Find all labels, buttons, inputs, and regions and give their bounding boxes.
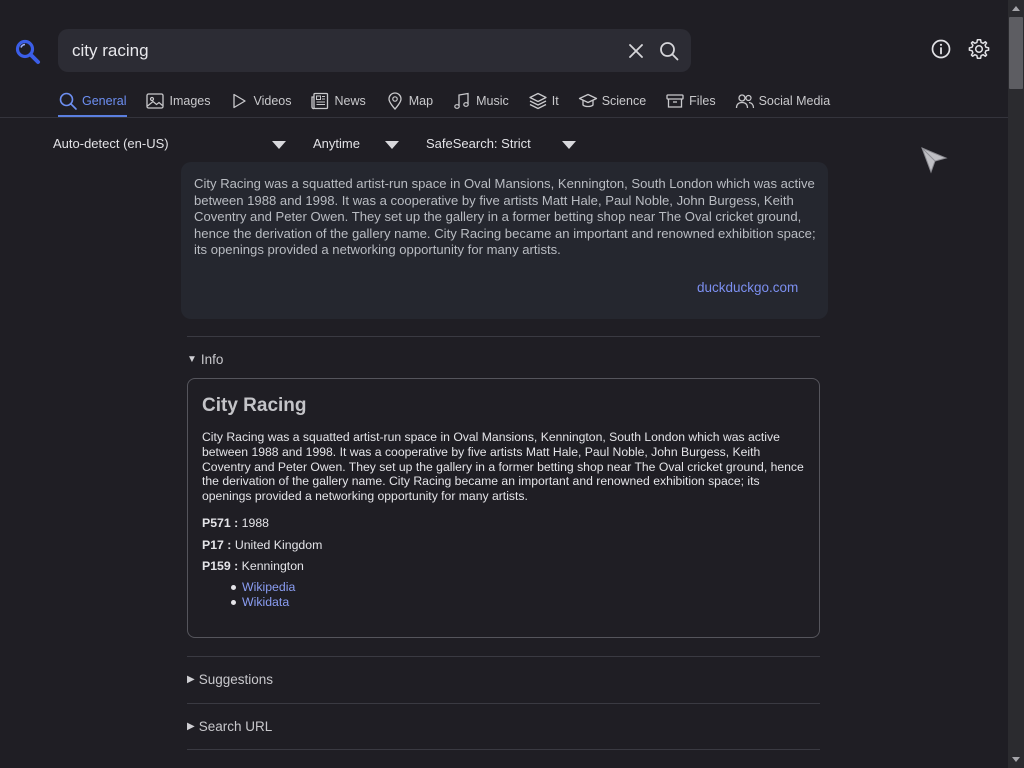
tab-label: Images (169, 94, 211, 108)
map-pin-icon (388, 92, 402, 110)
time-range-select[interactable]: Anytime (313, 136, 360, 151)
archive-icon (666, 94, 684, 108)
close-icon[interactable] (624, 39, 648, 63)
wikipedia-link[interactable]: Wikipedia (242, 580, 295, 594)
divider (187, 336, 820, 337)
info-icon[interactable] (929, 37, 953, 61)
chevron-down-icon[interactable] (385, 141, 399, 149)
tab-label: News (334, 94, 366, 108)
tab-videos[interactable]: Videos (229, 88, 291, 114)
graduation-cap-icon (578, 93, 597, 108)
infobox-attribute: P159 : Kennington (202, 559, 304, 573)
attribute-value: 1988 (241, 516, 270, 530)
tab-map[interactable]: Map (385, 88, 433, 114)
scrollbar[interactable] (1008, 0, 1024, 768)
bullet (231, 600, 236, 605)
section-label: Search URL (198, 719, 273, 734)
category-tabs: General Images Videos News Map Music It … (58, 88, 849, 116)
infobox-description: City Racing was a squatted artist-run sp… (202, 430, 804, 504)
play-icon (233, 93, 247, 109)
answer-source-link[interactable]: duckduckgo.com (697, 280, 798, 295)
tab-label: Map (408, 94, 434, 108)
language-select[interactable]: Auto-detect (en-US) (53, 136, 169, 151)
attribute-key: P571 : (202, 516, 239, 530)
divider (187, 703, 820, 704)
tab-label: Science (601, 94, 647, 108)
search-bar (58, 29, 691, 72)
attribute-key: P159 : (202, 559, 239, 573)
triangle-right-icon: ▶ (187, 721, 195, 732)
tab-news[interactable]: News (310, 88, 366, 114)
section-label: Suggestions (198, 672, 274, 687)
infobox-title: City Racing (202, 395, 307, 416)
header-divider (0, 117, 1008, 118)
attribute-key: P17 : (202, 538, 232, 552)
tab-it[interactable]: It (528, 88, 559, 114)
mouse-pointer-icon (920, 146, 948, 174)
users-icon (735, 94, 754, 109)
tab-science[interactable]: Science (578, 88, 646, 114)
chevron-down-icon[interactable] (562, 141, 576, 149)
suggestions-section-toggle[interactable]: ▶ Suggestions (187, 672, 273, 687)
scroll-thumb[interactable] (1009, 17, 1023, 89)
tab-label: Music (476, 94, 509, 108)
newspaper-icon (311, 92, 329, 110)
music-icon (454, 92, 469, 109)
layers-icon (529, 92, 547, 110)
attribute-value: United Kingdom (234, 538, 323, 552)
safesearch-value: SafeSearch: Strict (426, 136, 531, 151)
tab-general[interactable]: General (58, 88, 126, 114)
scroll-down-arrow[interactable] (1012, 757, 1020, 762)
answer-text: City Racing was a squatted artist-run sp… (194, 176, 816, 258)
image-icon (146, 93, 165, 109)
tab-label: General (82, 94, 127, 108)
tab-social-media[interactable]: Social Media (735, 88, 831, 114)
triangle-right-icon: ▶ (187, 674, 195, 685)
attribute-value: Kennington (241, 559, 304, 573)
triangle-down-icon: ▼ (187, 354, 197, 365)
wikidata-link[interactable]: Wikidata (242, 595, 289, 609)
search-url-section-toggle[interactable]: ▶ Search URL (187, 719, 272, 734)
section-label: Info (200, 352, 224, 367)
divider (187, 749, 820, 750)
tab-files[interactable]: Files (665, 88, 716, 114)
bullet (231, 585, 236, 590)
answer-card: City Racing was a squatted artist-run sp… (181, 162, 828, 319)
language-value: Auto-detect (en-US) (53, 136, 169, 151)
tab-label: Social Media (758, 94, 831, 108)
search-input[interactable] (58, 29, 618, 72)
tab-label: Videos (253, 94, 292, 108)
tab-label: It (551, 94, 559, 108)
infobox-attribute: P571 : 1988 (202, 516, 269, 530)
tab-images[interactable]: Images (145, 88, 210, 114)
chevron-down-icon[interactable] (272, 141, 286, 149)
tab-music[interactable]: Music (452, 88, 509, 114)
safesearch-select[interactable]: SafeSearch: Strict (426, 136, 531, 151)
search-logo-icon[interactable] (14, 38, 42, 66)
gear-icon[interactable] (967, 37, 991, 61)
infobox-attribute: P17 : United Kingdom (202, 538, 322, 552)
infobox: City Racing City Racing was a squatted a… (187, 378, 820, 638)
search-icon[interactable] (657, 39, 681, 63)
scroll-up-arrow[interactable] (1012, 6, 1020, 11)
search-icon (59, 92, 77, 110)
divider (187, 656, 820, 657)
time-range-value: Anytime (313, 136, 360, 151)
tab-label: Files (689, 94, 716, 108)
info-section-toggle[interactable]: ▼ Info (187, 352, 223, 367)
